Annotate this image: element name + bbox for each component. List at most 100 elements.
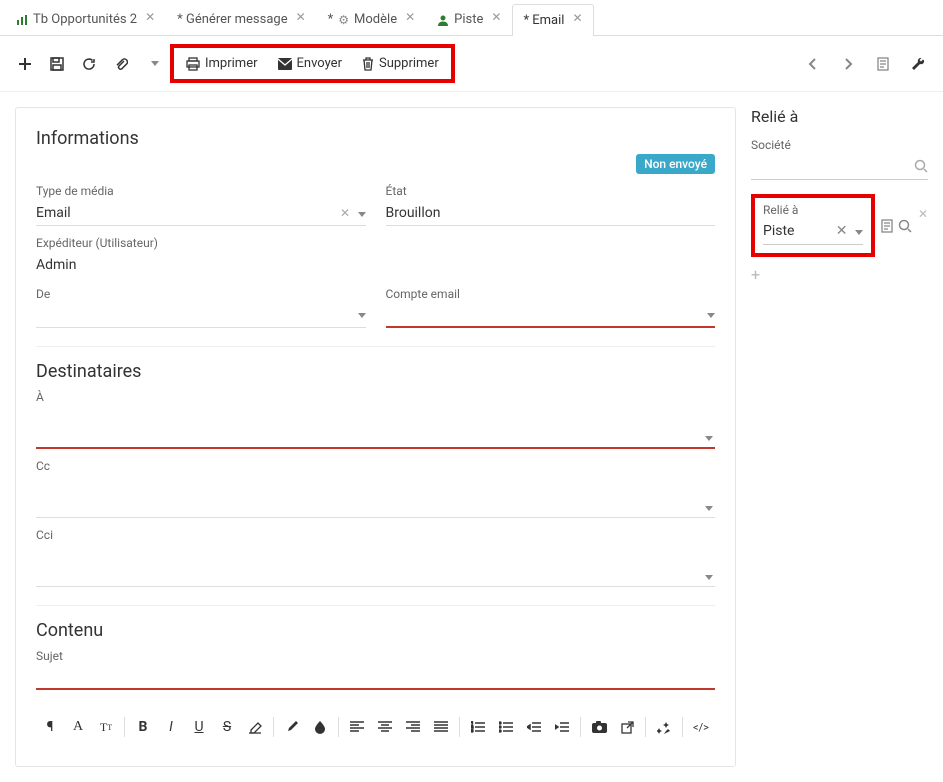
- from-field[interactable]: [36, 304, 366, 328]
- chevron-down-icon[interactable]: [705, 575, 713, 580]
- align-center-icon[interactable]: [371, 714, 399, 740]
- to-field[interactable]: [36, 407, 715, 449]
- prev-button[interactable]: [798, 49, 828, 79]
- section-title-info: Informations: [36, 128, 715, 149]
- side-panel: Relié à Société Relié à Piste ✕ ✕ +: [751, 107, 928, 767]
- relie-highlight: Relié à Piste ✕: [751, 194, 875, 257]
- print-icon: [186, 57, 200, 71]
- state-value: Brouillon: [386, 205, 441, 221]
- relie-field[interactable]: Piste ✕: [763, 219, 863, 245]
- chevron-down-icon[interactable]: [358, 212, 366, 217]
- section-title-dest: Destinataires: [36, 361, 715, 382]
- media-field[interactable]: Email ✕: [36, 201, 366, 226]
- side-title: Relié à: [751, 107, 928, 126]
- close-icon[interactable]: ✕: [296, 10, 306, 24]
- clear-icon[interactable]: ✕: [340, 206, 350, 220]
- chevron-down-icon[interactable]: [707, 313, 715, 318]
- close-icon[interactable]: ✕: [918, 207, 928, 221]
- tab-label: * Générer message: [177, 12, 287, 27]
- editor-toolbar: ¶ A TT B I U S 123: [36, 708, 715, 746]
- tab-label: Modèle: [354, 12, 397, 27]
- cc-field[interactable]: [36, 476, 715, 518]
- close-icon[interactable]: ✕: [491, 10, 501, 24]
- drop-icon[interactable]: [306, 714, 334, 740]
- sender-label: Expéditeur (Utilisateur): [36, 236, 366, 250]
- save-button[interactable]: [42, 49, 72, 79]
- from-label: De: [36, 287, 366, 301]
- action-highlight: Imprimer Envoyer Supprimer: [170, 44, 455, 83]
- font-family-icon[interactable]: A: [64, 714, 92, 740]
- add-relation-button[interactable]: +: [751, 265, 928, 284]
- list-bullet-icon[interactable]: [492, 714, 520, 740]
- toolbar: Imprimer Envoyer Supprimer: [0, 36, 943, 92]
- account-label: Compte email: [386, 287, 716, 301]
- chevron-down-icon[interactable]: [705, 436, 713, 441]
- close-icon[interactable]: ✕: [145, 10, 155, 24]
- company-label: Société: [751, 138, 928, 152]
- dropdown-caret[interactable]: [138, 49, 168, 79]
- to-label: À: [36, 390, 715, 404]
- print-label: Imprimer: [205, 56, 258, 71]
- trash-icon: [362, 57, 374, 71]
- close-icon[interactable]: ✕: [572, 11, 582, 25]
- envelope-icon: [278, 58, 292, 70]
- brush-icon[interactable]: [278, 714, 306, 740]
- gear-icon: ⚙: [338, 13, 349, 27]
- account-field[interactable]: [386, 304, 716, 328]
- erase-icon[interactable]: [241, 714, 269, 740]
- next-button[interactable]: [833, 49, 863, 79]
- company-field[interactable]: [751, 154, 928, 180]
- outdent-icon[interactable]: [520, 714, 548, 740]
- align-left-icon[interactable]: [343, 714, 371, 740]
- attach-button[interactable]: [106, 49, 136, 79]
- bcc-label: Cci: [36, 528, 715, 542]
- align-justify-icon[interactable]: [427, 714, 455, 740]
- tab-opportunites[interactable]: Tb Opportunités 2 ✕: [5, 3, 166, 35]
- external-link-icon[interactable]: [613, 714, 641, 740]
- sender-field: Admin: [36, 253, 366, 277]
- document-icon[interactable]: [881, 219, 893, 233]
- magic-icon[interactable]: [650, 714, 678, 740]
- bold-icon[interactable]: B: [129, 714, 157, 740]
- close-icon[interactable]: ✕: [405, 10, 415, 24]
- chevron-down-icon[interactable]: [705, 506, 713, 511]
- code-icon[interactable]: </>: [687, 714, 715, 740]
- tab-label: Piste: [454, 12, 483, 27]
- tab-label: *: [328, 12, 334, 27]
- strike-icon[interactable]: S: [213, 714, 241, 740]
- align-right-icon[interactable]: [399, 714, 427, 740]
- subject-field[interactable]: [36, 666, 715, 690]
- chevron-down-icon[interactable]: [855, 230, 863, 235]
- delete-button[interactable]: Supprimer: [352, 51, 449, 76]
- clear-icon[interactable]: ✕: [836, 223, 848, 239]
- chart-icon: [16, 14, 28, 26]
- send-button[interactable]: Envoyer: [268, 51, 352, 76]
- wrench-icon[interactable]: [903, 49, 933, 79]
- pilcrow-icon[interactable]: ¶: [36, 714, 64, 740]
- indent-icon[interactable]: [548, 714, 576, 740]
- section-title-content: Contenu: [36, 620, 715, 641]
- chevron-down-icon[interactable]: [358, 313, 366, 318]
- search-icon[interactable]: [914, 159, 928, 173]
- bcc-field[interactable]: [36, 545, 715, 587]
- tab-email[interactable]: * Email ✕: [512, 4, 593, 36]
- document-icon[interactable]: [868, 49, 898, 79]
- tab-label: Tb Opportunités 2: [33, 12, 137, 27]
- state-field: Brouillon: [386, 201, 716, 226]
- refresh-button[interactable]: [74, 49, 104, 79]
- italic-icon[interactable]: I: [157, 714, 185, 740]
- list-ordered-icon[interactable]: 123: [464, 714, 492, 740]
- tab-generer[interactable]: * Générer message ✕: [166, 3, 317, 35]
- camera-icon[interactable]: [585, 714, 613, 740]
- add-button[interactable]: [10, 49, 40, 79]
- search-icon[interactable]: [898, 219, 912, 233]
- tab-piste[interactable]: Piste ✕: [426, 3, 512, 35]
- print-button[interactable]: Imprimer: [176, 51, 268, 76]
- underline-icon[interactable]: U: [185, 714, 213, 740]
- cc-label: Cc: [36, 459, 715, 473]
- relie-value: Piste: [763, 223, 794, 239]
- font-size-icon[interactable]: TT: [92, 714, 120, 740]
- tab-label: * Email: [523, 13, 564, 28]
- tab-modele[interactable]: * ⚙ Modèle ✕: [317, 3, 426, 35]
- sender-value: Admin: [36, 257, 76, 273]
